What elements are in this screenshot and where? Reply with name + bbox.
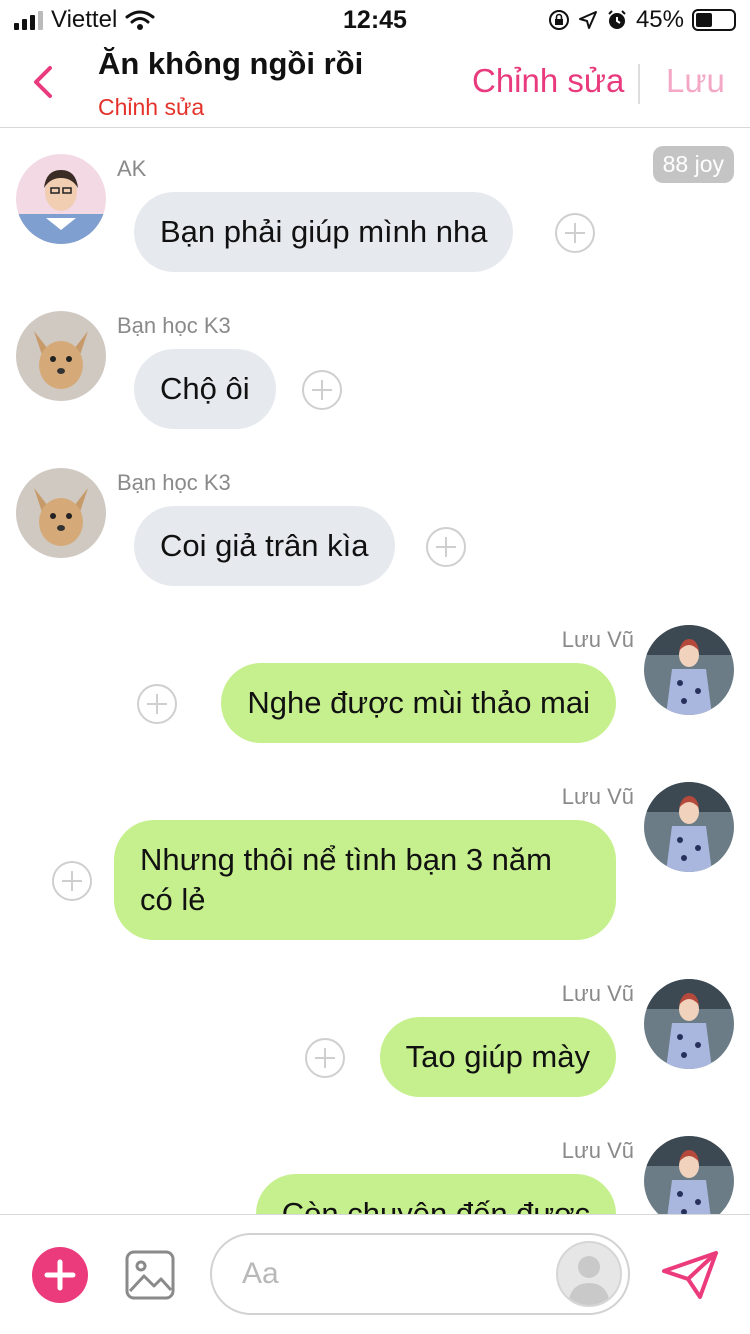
message-row: Lưu Vũ Còn chuyện đến được	[0, 1110, 750, 1214]
message-text: Tao giúp mày	[405, 1039, 590, 1074]
avatar-luu-vu-image	[644, 979, 734, 1069]
message-row: AK Bạn phải giúp mình nha	[0, 128, 750, 278]
message-input[interactable]: Aa	[210, 1233, 630, 1315]
react-plus-icon[interactable]	[51, 860, 93, 902]
message-text-line: có lẻ	[140, 882, 206, 917]
avatar-luu-vu[interactable]	[644, 979, 734, 1069]
status-right: 45%	[548, 6, 736, 34]
sender-name: Lưu Vũ	[561, 784, 634, 809]
sender-name: Lưu Vũ	[561, 981, 634, 1006]
avatar-luu-vu-image	[644, 1136, 734, 1214]
battery-icon	[692, 9, 736, 31]
react-plus-icon[interactable]	[301, 369, 343, 411]
rotation-lock-icon	[548, 10, 569, 30]
avatar-dog-image	[16, 468, 106, 558]
status-bar: Viettel 12:45 45%	[0, 0, 750, 40]
message-text: Chộ ôi	[160, 371, 250, 406]
alarm-icon	[608, 10, 626, 29]
composer-bar: Aa	[0, 1214, 750, 1334]
message-row: Lưu Vũ Tao giúp mày	[0, 953, 750, 1103]
message-text: Coi giả trân kìa	[160, 528, 369, 563]
message-bubble[interactable]: Coi giả trân kìa	[134, 506, 395, 586]
avatar-luu-vu[interactable]	[644, 1136, 734, 1214]
sender-name: Lưu Vũ	[561, 627, 634, 652]
back-chevron-icon[interactable]	[30, 62, 56, 102]
header-divider	[638, 64, 640, 104]
battery-percent: 45%	[635, 6, 684, 33]
avatar-ban-hoc-k3[interactable]	[16, 311, 106, 401]
avatar-silhouette-icon	[568, 1256, 610, 1305]
location-icon	[578, 11, 597, 29]
message-bubble[interactable]: Nhưng thôi nể tình bạn 3 năm có lẻ	[114, 820, 616, 940]
message-bubble[interactable]: Bạn phải giúp mình nha	[134, 192, 514, 272]
message-bubble[interactable]: Còn chuyện đến được	[255, 1174, 616, 1214]
message-text: Còn chuyện đến được	[281, 1196, 590, 1214]
avatar-ban-hoc-k3[interactable]	[16, 468, 106, 558]
plus-icon	[44, 1259, 76, 1291]
avatar-luu-vu-image	[644, 625, 734, 715]
send-icon[interactable]	[660, 1249, 720, 1301]
chat-title: Ăn không ngồi rồi	[98, 46, 364, 81]
chat-subtitle[interactable]: Chỉnh sửa	[98, 94, 204, 121]
message-bubble[interactable]: Tao giúp mày	[379, 1017, 616, 1097]
message-text-line: Nhưng thôi nể tình bạn 3 năm	[140, 842, 552, 877]
avatar-luu-vu-image	[644, 782, 734, 872]
message-row: Lưu Vũ Nghe được mùi thảo mai	[0, 599, 750, 749]
message-text: Bạn phải giúp mình nha	[160, 214, 488, 249]
sender-name: AK	[117, 156, 147, 181]
react-plus-icon[interactable]	[425, 526, 467, 568]
sender-name: Lưu Vũ	[561, 1138, 634, 1163]
message-bubble[interactable]: Chộ ôi	[134, 349, 276, 429]
message-row: Lưu Vũ Nhưng thôi nể tình bạn 3 năm có l…	[0, 756, 750, 956]
chat-header: Ăn không ngồi rồi Chỉnh sửa Chỉnh sửa Lư…	[0, 40, 750, 128]
message-list[interactable]: 88 joy AK Bạn phải giúp mình nha Bạn học…	[0, 128, 750, 1214]
avatar-luu-vu[interactable]	[644, 782, 734, 872]
message-row: Bạn học K3 Coi giả trân kìa	[0, 442, 750, 592]
avatar-ak-image	[16, 154, 106, 244]
message-input-placeholder: Aa	[242, 1257, 279, 1290]
sender-name: Bạn học K3	[117, 313, 231, 338]
sticker-button[interactable]	[556, 1241, 622, 1307]
react-plus-icon[interactable]	[136, 683, 178, 725]
react-plus-icon[interactable]	[304, 1037, 346, 1079]
edit-button[interactable]: Chỉnh sửa	[472, 62, 624, 100]
avatar-ak[interactable]	[16, 154, 106, 244]
save-button[interactable]: Lưu	[666, 62, 725, 100]
message-text: Nghe được mùi thảo mai	[247, 685, 590, 720]
message-row: Bạn học K3 Chộ ôi	[0, 285, 750, 435]
react-plus-icon[interactable]	[554, 212, 596, 254]
battery-level	[696, 13, 712, 27]
message-bubble[interactable]: Nghe được mùi thảo mai	[221, 663, 616, 743]
add-button[interactable]	[32, 1247, 88, 1303]
sender-name: Bạn học K3	[117, 470, 231, 495]
avatar-dog-image	[16, 311, 106, 401]
avatar-luu-vu[interactable]	[644, 625, 734, 715]
image-icon[interactable]	[124, 1249, 176, 1301]
